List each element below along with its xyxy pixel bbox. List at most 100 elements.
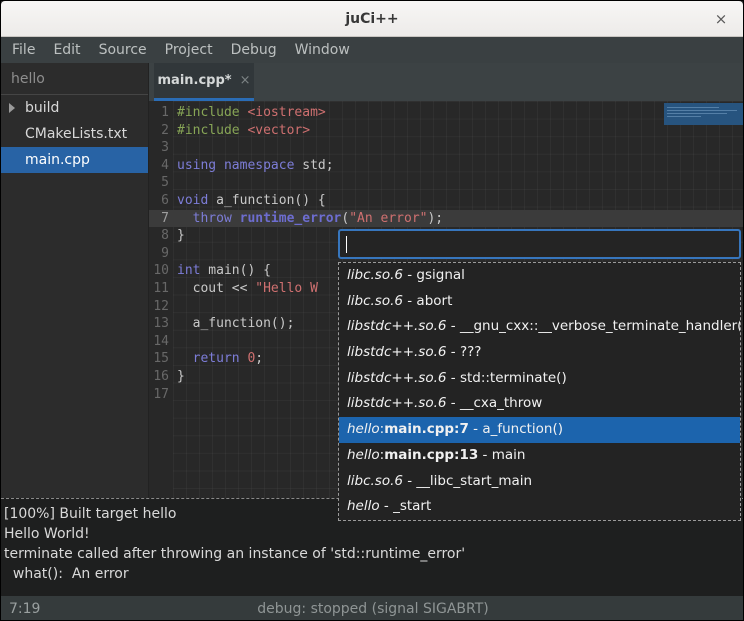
- line-number: 11: [149, 280, 171, 298]
- output-line: what(): An error: [4, 564, 742, 584]
- stack-frame-list: libc.so.6 - gsignallibc.so.6 - abortlibs…: [338, 262, 741, 521]
- stack-frame-item[interactable]: libstdc++.so.6 - __cxa_throw: [339, 391, 740, 417]
- tree-item-label: main.cpp: [25, 152, 90, 168]
- line-number: 7: [149, 210, 171, 228]
- close-icon[interactable]: ×: [711, 9, 731, 29]
- code-line[interactable]: 2#include <vector>: [149, 122, 744, 140]
- sidebar: hello build CMakeLists.txt main.cpp: [1, 63, 149, 498]
- code-token: runtime_error: [240, 211, 342, 226]
- frame-library: libstdc++.so.6: [347, 344, 446, 360]
- frame-location: main.cpp:7: [384, 421, 469, 437]
- overlay-text-line: [667, 110, 737, 111]
- line-number: 17: [149, 386, 171, 404]
- code-token: namespace: [224, 158, 294, 173]
- tree-item-label: CMakeLists.txt: [25, 126, 127, 142]
- titlebar[interactable]: juCi++ ×: [1, 1, 743, 37]
- sidebar-item-cmakelists-txt[interactable]: CMakeLists.txt: [1, 121, 148, 147]
- popup-search-input[interactable]: [338, 229, 741, 259]
- code-token: std;: [294, 158, 333, 173]
- code-line[interactable]: 6void a_function() {: [149, 192, 744, 210]
- line-number: 9: [149, 245, 171, 263]
- code-text: #include <iostream>: [171, 104, 326, 122]
- line-number: 5: [149, 174, 171, 192]
- expander-icon[interactable]: [9, 103, 15, 113]
- file-tree: build CMakeLists.txt main.cpp: [1, 95, 148, 173]
- code-line[interactable]: 1#include <iostream>: [149, 104, 744, 122]
- code-text: int main() {: [171, 262, 271, 280]
- line-number: 16: [149, 368, 171, 386]
- debug-status: debug: stopped (signal SIGABRT): [1, 596, 744, 621]
- stack-frame-item[interactable]: hello:main.cpp:13 - main: [339, 443, 740, 469]
- stack-frame-item[interactable]: libc.so.6 - __libc_start_main: [339, 469, 740, 495]
- menu-item-project[interactable]: Project: [156, 37, 222, 63]
- menu-item-source[interactable]: Source: [90, 37, 156, 63]
- code-token: #include: [177, 105, 247, 120]
- menubar: FileEditSourceProjectDebugWindow: [1, 37, 743, 63]
- stack-frame-item[interactable]: hello:main.cpp:7 - a_function(): [339, 417, 740, 443]
- frame-library: libc.so.6: [347, 473, 403, 489]
- code-text: void a_function() {: [171, 192, 326, 210]
- code-text: }: [171, 368, 185, 386]
- diagnostic-overlay: [664, 103, 744, 125]
- stack-frame-item[interactable]: libstdc++.so.6 - std::terminate(): [339, 366, 740, 392]
- code-text: [171, 386, 177, 404]
- line-number: 10: [149, 262, 171, 280]
- line-number: 3: [149, 139, 171, 157]
- code-token: "Hello W: [255, 281, 318, 296]
- stack-frame-item[interactable]: libstdc++.so.6 - __gnu_cxx::__verbose_te…: [339, 314, 740, 340]
- code-token: [177, 211, 193, 226]
- code-token: <iostream>: [247, 105, 325, 120]
- code-token: }: [177, 369, 185, 384]
- code-line[interactable]: 7 throw runtime_error("An error");: [149, 210, 744, 228]
- stack-frame-item[interactable]: hello - _start: [339, 494, 740, 520]
- line-number: 13: [149, 315, 171, 333]
- output-line: terminate called after throwing an insta…: [4, 544, 742, 564]
- code-token: [232, 211, 240, 226]
- overlay-text-line: [667, 107, 719, 108]
- tab-close-icon[interactable]: ×: [240, 73, 251, 88]
- sidebar-item-build[interactable]: build: [1, 95, 148, 121]
- code-text: throw runtime_error("An error");: [171, 210, 443, 228]
- code-token: int: [177, 263, 200, 278]
- line-number: 15: [149, 350, 171, 368]
- code-line[interactable]: 5: [149, 174, 744, 192]
- code-text: [171, 245, 177, 263]
- code-text: return 0;: [171, 350, 263, 368]
- line-number: 6: [149, 192, 171, 210]
- frame-library: libstdc++.so.6: [347, 370, 446, 386]
- stack-frame-item[interactable]: libstdc++.so.6 - ???: [339, 340, 740, 366]
- code-token: );: [427, 211, 443, 226]
- code-token: }: [177, 228, 185, 243]
- menu-item-edit[interactable]: Edit: [44, 37, 89, 63]
- code-token: cout <<: [177, 281, 255, 296]
- code-token: [177, 351, 193, 366]
- project-name: hello: [1, 63, 148, 95]
- frame-library: libstdc++.so.6: [347, 318, 446, 334]
- code-token: [216, 158, 224, 173]
- code-token: return: [193, 351, 240, 366]
- code-text: [171, 333, 177, 351]
- line-number: 8: [149, 227, 171, 245]
- frame-library: hello: [347, 447, 380, 463]
- tab-main-cpp[interactable]: main.cpp* ×: [154, 63, 254, 98]
- code-token: #include: [177, 123, 247, 138]
- code-token: void: [177, 193, 208, 208]
- menu-item-window[interactable]: Window: [286, 37, 359, 63]
- code-token: ;: [255, 351, 263, 366]
- stack-frame-item[interactable]: libc.so.6 - gsignal: [339, 263, 740, 289]
- window-title: juCi++: [345, 11, 398, 27]
- sidebar-item-main-cpp[interactable]: main.cpp: [1, 147, 148, 173]
- code-text: [171, 139, 177, 157]
- frame-library: libstdc++.so.6: [347, 395, 446, 411]
- menu-item-debug[interactable]: Debug: [222, 37, 286, 63]
- menu-item-file[interactable]: File: [3, 37, 44, 63]
- code-line[interactable]: 3: [149, 139, 744, 157]
- tree-item-label: build: [25, 100, 59, 116]
- code-line[interactable]: 4using namespace std;: [149, 157, 744, 175]
- code-token: using: [177, 158, 216, 173]
- code-token: "An error": [349, 211, 427, 226]
- line-number: 1: [149, 104, 171, 122]
- code-text: cout << "Hello W: [171, 280, 318, 298]
- code-token: <vector>: [247, 123, 310, 138]
- stack-frame-item[interactable]: libc.so.6 - abort: [339, 289, 740, 315]
